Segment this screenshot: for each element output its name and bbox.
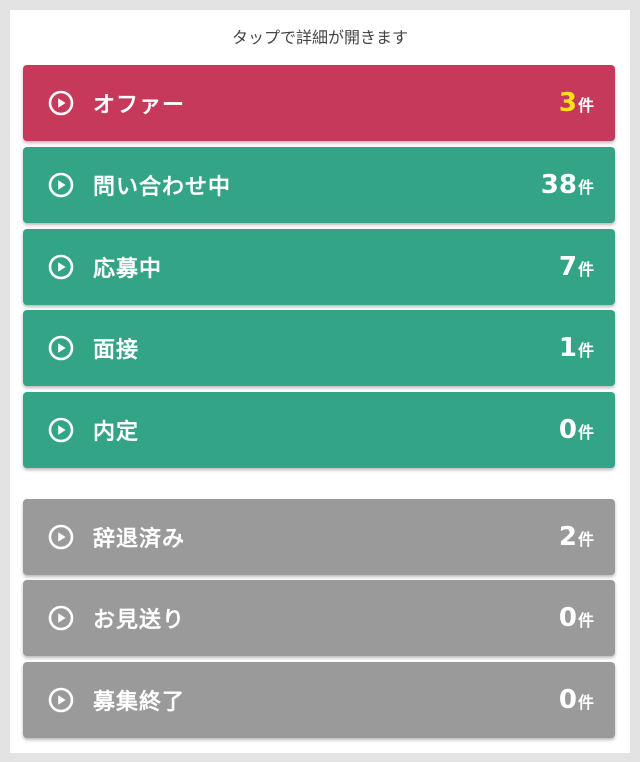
status-label: 内定 xyxy=(93,420,140,445)
play-circle-icon xyxy=(48,524,74,550)
count-unit: 件 xyxy=(577,178,594,197)
count-number: 0 xyxy=(558,603,577,633)
status-count: 38 件 xyxy=(541,170,594,200)
count-number: 2 xyxy=(558,522,577,552)
play-circle-icon xyxy=(48,172,74,198)
count-number: 38 xyxy=(540,170,577,200)
status-count: 0 件 xyxy=(559,415,594,445)
play-circle-icon xyxy=(48,90,74,116)
status-count: 1 件 xyxy=(559,333,594,363)
count-number: 3 xyxy=(558,88,577,118)
count-unit: 件 xyxy=(577,693,594,712)
status-label: 募集終了 xyxy=(93,690,186,715)
count-unit: 件 xyxy=(577,423,594,442)
status-count: 7 件 xyxy=(559,252,594,282)
status-panel: タップで詳細が開きます オファー 3 件 問い合わせ中 38 件 応募中 7 件… xyxy=(10,10,630,753)
status-label: 面接 xyxy=(93,338,140,363)
status-count: 0 件 xyxy=(559,603,594,633)
play-circle-icon xyxy=(48,335,74,361)
status-count: 2 件 xyxy=(559,522,594,552)
count-number: 0 xyxy=(558,685,577,715)
count-number: 7 xyxy=(558,252,577,282)
status-row-interview[interactable]: 面接 1 件 xyxy=(23,310,615,386)
tap-hint: タップで詳細が開きます xyxy=(231,28,408,47)
status-row-offer[interactable]: オファー 3 件 xyxy=(23,65,615,141)
status-count: 0 件 xyxy=(559,685,594,715)
status-row-applying[interactable]: 応募中 7 件 xyxy=(23,229,615,305)
status-label: 辞退済み xyxy=(93,527,186,552)
status-label: 応募中 xyxy=(93,257,163,282)
status-label: オファー xyxy=(93,93,186,118)
count-unit: 件 xyxy=(577,260,594,279)
play-circle-icon xyxy=(48,605,74,631)
status-row-declined[interactable]: 辞退済み 2 件 xyxy=(23,499,615,575)
status-row-closed[interactable]: 募集終了 0 件 xyxy=(23,662,615,738)
count-unit: 件 xyxy=(577,530,594,549)
play-circle-icon xyxy=(48,254,74,280)
status-row-inquiry[interactable]: 問い合わせ中 38 件 xyxy=(23,147,615,223)
count-number: 1 xyxy=(558,333,577,363)
play-circle-icon xyxy=(48,417,74,443)
status-label: お見送り xyxy=(93,608,186,633)
status-label: 問い合わせ中 xyxy=(93,175,232,200)
status-row-offer-accepted[interactable]: 内定 0 件 xyxy=(23,392,615,468)
count-unit: 件 xyxy=(577,96,594,115)
count-unit: 件 xyxy=(577,611,594,630)
play-circle-icon xyxy=(48,687,74,713)
count-unit: 件 xyxy=(577,341,594,360)
count-number: 0 xyxy=(558,415,577,445)
status-count: 3 件 xyxy=(559,88,594,118)
status-row-rejected[interactable]: お見送り 0 件 xyxy=(23,580,615,656)
